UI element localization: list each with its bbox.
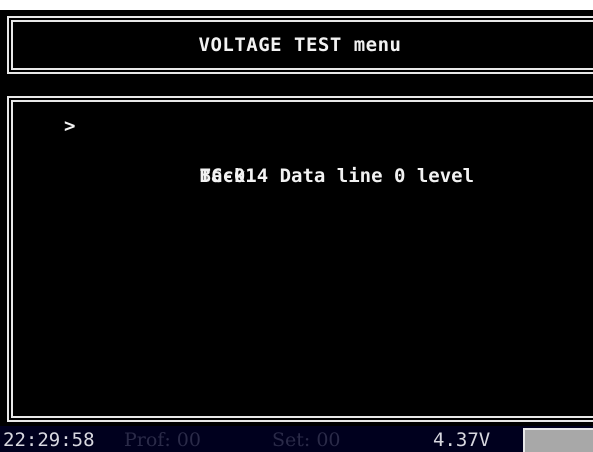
menu-title: VOLTAGE TEST menu <box>198 34 402 56</box>
menu-frame: > TC-014 Data line 0 level Back <box>7 96 593 422</box>
status-voltage: 4.37V <box>433 429 491 451</box>
menu-item-tc-014[interactable]: > TC-014 Data line 0 level <box>9 114 593 187</box>
status-indicator-box <box>523 428 593 452</box>
menu-list: > TC-014 Data line 0 level Back <box>9 114 593 187</box>
status-set: Set: 00 <box>272 429 341 451</box>
status-time: 22:29:58 <box>3 429 95 451</box>
title-frame: VOLTAGE TEST menu <box>7 16 593 74</box>
status-profile: Prof: 00 <box>124 429 201 451</box>
menu-item-label: Back <box>199 165 246 187</box>
status-bar: 22:29:58 Prof: 00 Set: 00 4.37V <box>0 426 593 452</box>
menu-item-back[interactable]: Back <box>9 139 593 187</box>
terminal-screen: VOLTAGE TEST menu > TC-014 Data line 0 l… <box>0 10 593 452</box>
selection-cursor-icon: > <box>64 115 76 137</box>
